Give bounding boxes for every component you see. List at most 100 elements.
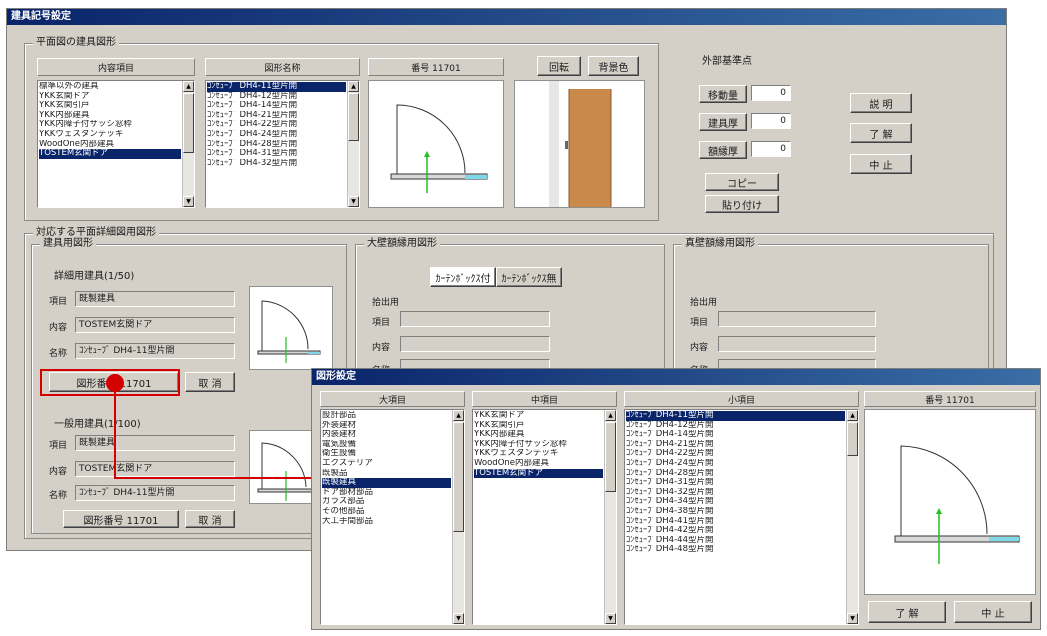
medium-category-list-item[interactable]: YKK内障子付サッシ窓枠 bbox=[474, 440, 603, 450]
shape-list-item[interactable]: ｺﾝｾｭｰﾌﾞ DH4-24型片開 bbox=[207, 130, 346, 140]
shape-scrollbar[interactable]: ▲ ▼ bbox=[347, 81, 359, 207]
large-category-list-item[interactable]: ガラス部品 bbox=[322, 497, 451, 507]
large-category-list-item[interactable]: エクステリア bbox=[322, 459, 451, 469]
shape-list-item[interactable]: ｺﾝｾｭｰﾌﾞ DH4-22型片開 bbox=[207, 120, 346, 130]
move-amount-field[interactable]: 0 bbox=[751, 85, 791, 101]
item-label: 項目 bbox=[49, 297, 68, 307]
general-shape-number-button[interactable]: 図形番号 11701 bbox=[63, 510, 179, 528]
large-category-list-item[interactable]: 内装建材 bbox=[322, 430, 451, 440]
scroll-thumb[interactable] bbox=[348, 93, 359, 141]
contents-list-item[interactable]: YKK内障子付サッシ窓枠 bbox=[39, 120, 181, 130]
scroll-up-icon[interactable]: ▲ bbox=[348, 81, 359, 92]
cancel-button[interactable]: 中 止 bbox=[850, 154, 912, 174]
contents-list-item[interactable]: YKK内部建具 bbox=[39, 111, 181, 121]
scroll-up-icon[interactable]: ▲ bbox=[605, 410, 616, 421]
background-color-button[interactable]: 背景色 bbox=[588, 56, 639, 76]
small-category-list-item[interactable]: ｺﾝｾｭｰﾌﾞDH4-48型片開 bbox=[626, 545, 845, 555]
medium-category-list-item[interactable]: YKK内部建具 bbox=[474, 430, 603, 440]
shape-list-item[interactable]: ｺﾝｾｭｰﾌﾞ DH4-12型片開 bbox=[207, 92, 346, 102]
large-category-list-item[interactable]: 外装建材 bbox=[322, 421, 451, 431]
scroll-down-icon[interactable]: ▼ bbox=[605, 613, 616, 624]
shape-list-item[interactable]: ｺﾝｾｭｰﾌﾞ DH4-32型片開 bbox=[207, 159, 346, 169]
copy-button[interactable]: コピー bbox=[705, 173, 779, 191]
popup-cancel-button[interactable]: 中 止 bbox=[954, 601, 1032, 623]
large-category-list-item[interactable]: 既製建具 bbox=[322, 478, 451, 488]
shape-list-item[interactable]: ｺﾝｾｭｰﾌﾞ DH4-31型片開 bbox=[207, 149, 346, 159]
small-category-list-item[interactable]: ｺﾝｾｭｰﾌﾞDH4-28型片開 bbox=[626, 469, 845, 479]
large-category-list-item[interactable]: 電気設備 bbox=[322, 440, 451, 450]
small-category-list-item[interactable]: ｺﾝｾｭｰﾌﾞDH4-34型片開 bbox=[626, 497, 845, 507]
popup-ok-button[interactable]: 了 解 bbox=[868, 601, 946, 623]
large-category-scrollbar[interactable]: ▲ ▼ bbox=[452, 410, 464, 624]
general-delete-button[interactable]: 取 消 bbox=[185, 510, 235, 528]
small-category-list-item[interactable]: ｺﾝｾｭｰﾌﾞDH4-32型片開 bbox=[626, 488, 845, 498]
contents-list-item[interactable]: YKK玄関引戸 bbox=[39, 101, 181, 111]
contents-list-item[interactable]: YKKウェスタンデッキ bbox=[39, 130, 181, 140]
large-category-list-item[interactable]: 衛生設備 bbox=[322, 449, 451, 459]
shape-name-listbox[interactable]: ｺﾝｾｭｰﾌﾞ DH4-11型片開 ｺﾝｾｭｰﾌﾞ DH4-12型片開 ｺﾝｾｭｰﾌ… bbox=[205, 80, 360, 208]
scroll-down-icon[interactable]: ▼ bbox=[847, 613, 858, 624]
scroll-down-icon[interactable]: ▼ bbox=[183, 196, 194, 207]
shape-list-item[interactable]: ｺﾝｾｭｰﾌﾞ DH4-28型片開 bbox=[207, 140, 346, 150]
large-category-list-item[interactable]: その他部品 bbox=[322, 507, 451, 517]
small-category-list-item[interactable]: ｺﾝｾｭｰﾌﾞDH4-11型片開 bbox=[626, 411, 845, 421]
door-thickness-field[interactable]: 0 bbox=[751, 113, 791, 129]
shape-list-item[interactable]: ｺﾝｾｭｰﾌﾞ DH4-21型片開 bbox=[207, 111, 346, 121]
large-category-header: 大項目 bbox=[320, 391, 465, 407]
contents-listbox[interactable]: 標準以外の建具 YKK玄関ドア YKK玄関引戸 YKK内部建具 YKK内障子付サッシ窓枠… bbox=[37, 80, 195, 208]
large-category-list-item[interactable]: ドア部材部品 bbox=[322, 488, 451, 498]
shape-list-item[interactable]: ｺﾝｾｭｰﾌﾞ DH4-11型片開 bbox=[207, 82, 346, 92]
scroll-up-icon[interactable]: ▲ bbox=[183, 81, 194, 92]
large-category-listbox[interactable]: 設計部品 外装建材 内装建材 電気設備 衛生設備 エクステリア 既製品 既製建具 ドア部材部品ガ… bbox=[320, 409, 465, 625]
large-category-list-item[interactable]: 既製品 bbox=[322, 469, 451, 479]
small-category-list-item[interactable]: ｺﾝｾｭｰﾌﾞDH4-41型片開 bbox=[626, 517, 845, 527]
contents-list-item[interactable]: TOSTEM玄関ドア bbox=[39, 149, 181, 159]
medium-category-list-item[interactable]: YKK玄関ドア bbox=[474, 411, 603, 421]
rotate-button[interactable]: 回転 bbox=[537, 56, 581, 76]
scroll-thumb[interactable] bbox=[847, 422, 858, 456]
medium-category-list-item[interactable]: TOSTEM玄関ドア bbox=[474, 468, 603, 479]
small-category-list-item[interactable]: ｺﾝｾｭｰﾌﾞDH4-22型片開 bbox=[626, 449, 845, 459]
item-label: 項目 bbox=[690, 318, 709, 328]
shape-list-item[interactable]: ｺﾝｾｭｰﾌﾞ DH4-14型片開 bbox=[207, 101, 346, 111]
curtain-box-on-tab[interactable]: ｶｰﾃﾝﾎﾞｯｸｽ付 bbox=[430, 267, 496, 287]
scroll-thumb[interactable] bbox=[605, 422, 616, 492]
small-category-list-item[interactable]: ｺﾝｾｭｰﾌﾞDH4-31型片開 bbox=[626, 478, 845, 488]
item-label: 項目 bbox=[49, 441, 68, 451]
contents-list-item[interactable]: 標準以外の建具 bbox=[39, 82, 181, 92]
small-category-list-item[interactable]: ｺﾝｾｭｰﾌﾞDH4-38型片開 bbox=[626, 507, 845, 517]
scroll-thumb[interactable] bbox=[183, 93, 194, 153]
ok-button[interactable]: 了 解 bbox=[850, 123, 912, 143]
large-category-list-item[interactable]: 設計部品 bbox=[322, 411, 451, 421]
small-category-list-item[interactable]: ｺﾝｾｭｰﾌﾞDH4-42型片開 bbox=[626, 526, 845, 536]
scroll-up-icon[interactable]: ▲ bbox=[847, 410, 858, 421]
small-category-list-item[interactable]: ｺﾝｾｭｰﾌﾞDH4-21型片開 bbox=[626, 440, 845, 450]
contents-list-item[interactable]: WoodOne内部建具 bbox=[39, 140, 181, 150]
medium-category-list-item[interactable]: YKK玄関引戸 bbox=[474, 421, 603, 431]
paste-button[interactable]: 貼り付け bbox=[705, 195, 779, 213]
small-category-list-item[interactable]: ｺﾝｾｭｰﾌﾞDH4-14型片開 bbox=[626, 430, 845, 440]
scroll-up-icon[interactable]: ▲ bbox=[453, 410, 464, 421]
small-category-scrollbar[interactable]: ▲ ▼ bbox=[846, 410, 858, 624]
frame-thickness-field[interactable]: 0 bbox=[751, 141, 791, 157]
shape-list: ｺﾝｾｭｰﾌﾞ DH4-11型片開 ｺﾝｾｭｰﾌﾞ DH4-12型片開 ｺﾝｾｭｰﾌ… bbox=[206, 81, 359, 168]
medium-category-list-item[interactable]: WoodOne内部建具 bbox=[474, 459, 603, 469]
small-category-list-item[interactable]: ｺﾝｾｭｰﾌﾞDH4-44型片開 bbox=[626, 536, 845, 546]
small-category-list-item[interactable]: ｺﾝｾｭｰﾌﾞDH4-24型片開 bbox=[626, 459, 845, 469]
medium-category-scrollbar[interactable]: ▲ ▼ bbox=[604, 410, 616, 624]
scroll-thumb[interactable] bbox=[453, 422, 464, 532]
scroll-down-icon[interactable]: ▼ bbox=[453, 613, 464, 624]
small-category-list: ｺﾝｾｭｰﾌﾞDH4-11型片開 ｺﾝｾｭｰﾌﾞDH4-12型片開 ｺﾝｾｭｰﾌﾞD… bbox=[625, 410, 858, 555]
medium-category-list-item[interactable]: YKKウェスタンデッキ bbox=[474, 449, 603, 459]
detail-delete-button[interactable]: 取 消 bbox=[185, 372, 235, 392]
contents-scrollbar[interactable]: ▲ ▼ bbox=[182, 81, 194, 207]
help-button[interactable]: 説 明 bbox=[850, 93, 912, 113]
curtain-box-off-tab[interactable]: ｶｰﾃﾝﾎﾞｯｸｽ無 bbox=[496, 267, 562, 287]
small-category-list-item[interactable]: ｺﾝｾｭｰﾌﾞDH4-12型片開 bbox=[626, 421, 845, 431]
medium-category-list: YKK玄関ドア YKK玄関引戸 YKK内部建具 YKK内障子付サッシ窓枠 YKKウェスタ… bbox=[473, 410, 616, 479]
large-category-list-item[interactable]: 大工手間部品 bbox=[322, 517, 451, 527]
scroll-down-icon[interactable]: ▼ bbox=[348, 196, 359, 207]
small-category-listbox[interactable]: ｺﾝｾｭｰﾌﾞDH4-11型片開 ｺﾝｾｭｰﾌﾞDH4-12型片開 ｺﾝｾｭｰﾌﾞD… bbox=[624, 409, 859, 625]
medium-category-listbox[interactable]: YKK玄関ドア YKK玄関引戸 YKK内部建具 YKK内障子付サッシ窓枠 YKKウェスタ… bbox=[472, 409, 617, 625]
contents-list-item[interactable]: YKK玄関ドア bbox=[39, 92, 181, 102]
